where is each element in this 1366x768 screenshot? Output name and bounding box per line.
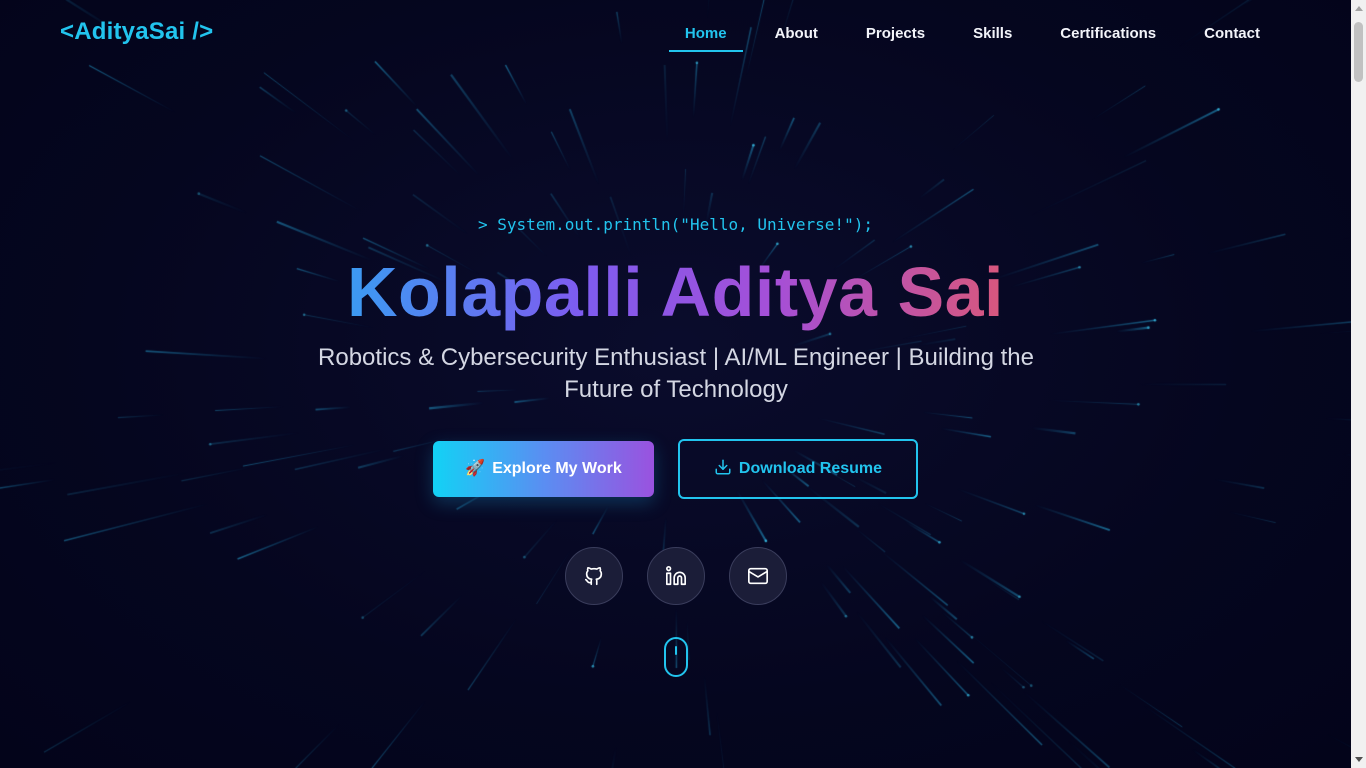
github-icon [584,566,603,586]
scroll-indicator-icon[interactable] [664,637,688,677]
linkedin-link[interactable] [647,547,705,605]
mail-icon [748,567,768,585]
scrollbar-thumb[interactable] [1354,22,1363,82]
download-resume-label: Download Resume [738,460,883,477]
email-link[interactable] [729,547,787,605]
download-resume-button[interactable]: Download Resume [678,439,918,499]
page-viewport: <AdityaSai /> Home About Projects Skills… [0,0,1351,768]
hero-code-line: > System.out.println("Hello, Universe!")… [478,215,873,234]
download-icon [714,458,732,480]
rocket-icon: 🚀 [465,460,486,477]
hero-section: > System.out.println("Hello, Universe!")… [0,0,1351,768]
explore-work-label: Explore My Work [492,460,622,477]
linkedin-icon [666,566,686,586]
hero-tagline: Robotics & Cybersecurity Enthusiast | AI… [318,344,1034,403]
hero-name-text: Kolapalli Aditya Sai [346,253,1005,331]
explore-work-button[interactable]: 🚀 Explore My Work [433,441,654,497]
hero-name: Kolapalli Aditya Sai [0,252,1351,332]
scroll-down-arrow-icon[interactable] [1351,751,1366,768]
page-scrollbar[interactable] [1351,0,1366,768]
github-link[interactable] [565,547,623,605]
scroll-up-arrow-icon[interactable] [1351,0,1366,17]
